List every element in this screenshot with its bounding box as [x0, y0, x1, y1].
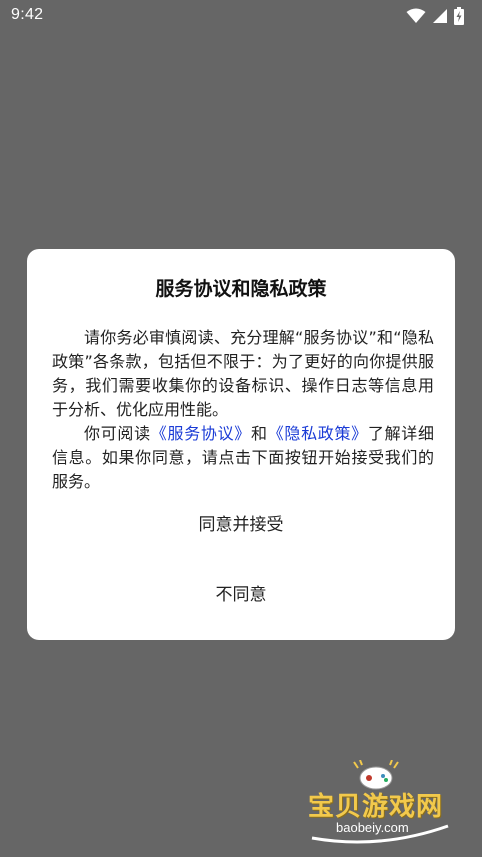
paragraph2-and: 和	[250, 424, 268, 443]
dialog-body: 请你务必审慎阅读、充分理解“服务协议”和“隐私政策”各条款，包括但不限于：为了更…	[52, 326, 434, 494]
wifi-icon	[406, 8, 426, 24]
status-icons	[406, 7, 464, 25]
privacy-policy-link[interactable]: 《隐私政策》	[268, 424, 368, 443]
status-time: 9:42	[11, 6, 44, 23]
dialog-paragraph-1: 请你务必审慎阅读、充分理解“服务协议”和“隐私政策”各条款，包括但不限于：为了更…	[52, 328, 434, 419]
accept-button[interactable]: 同意并接受	[27, 501, 455, 549]
decline-button[interactable]: 不同意	[27, 571, 455, 619]
signal-icon	[432, 8, 448, 24]
status-bar: 9:42	[0, 0, 482, 34]
privacy-dialog: 服务协议和隐私政策 请你务必审慎阅读、充分理解“服务协议”和“隐私政策”各条款，…	[27, 249, 455, 640]
battery-charging-icon	[454, 7, 464, 25]
watermark-logo: 宝贝游戏网 baobeiy.com	[302, 760, 458, 850]
paragraph2-prefix: 你可阅读	[84, 424, 151, 443]
service-agreement-link[interactable]: 《服务协议》	[151, 424, 251, 443]
watermark-brand: 宝贝游戏网	[308, 792, 444, 822]
dialog-paragraph-2: 你可阅读《服务协议》和《隐私政策》了解详细信息。如果你同意，请点击下面按钮开始接…	[52, 422, 434, 494]
dialog-title: 服务协议和隐私政策	[155, 278, 327, 300]
watermark-domain: baobeiy.com	[336, 820, 409, 835]
